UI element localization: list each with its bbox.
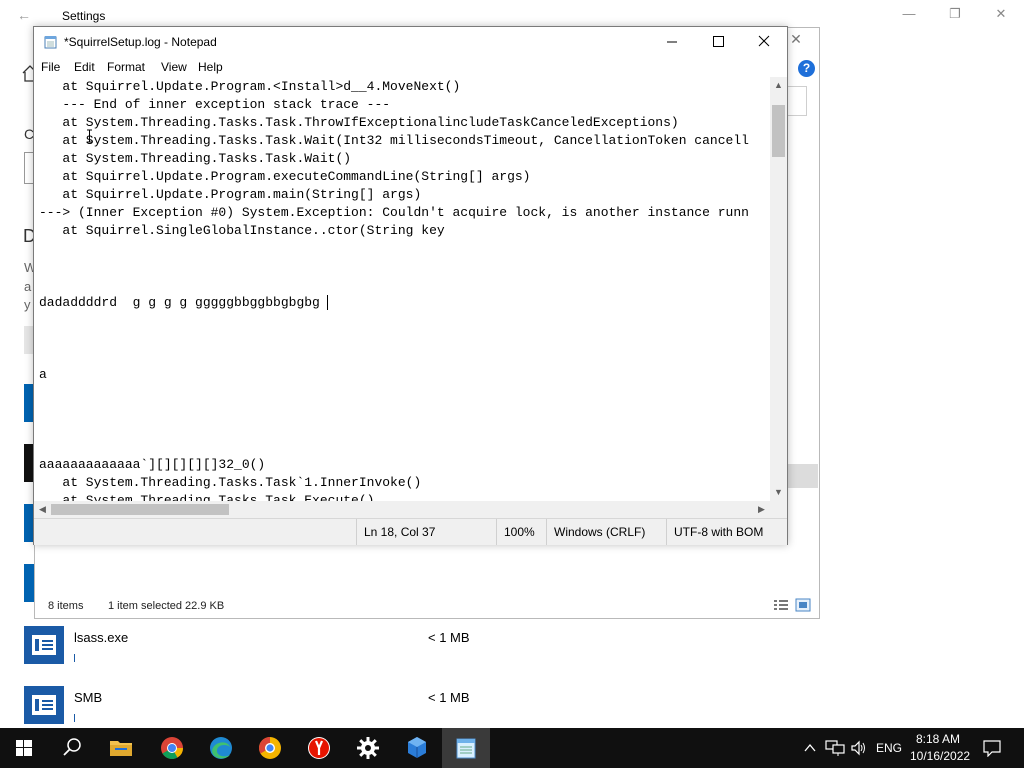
text-line: aaaaaaaaaaaaa`][][][][]32_0() <box>39 457 266 472</box>
window-title: *SquirrelSetup.log - Notepad <box>64 35 217 49</box>
taskbar: ENG 8:18 AM 10/16/2022 <box>0 728 1024 768</box>
network-icon[interactable] <box>825 739 845 757</box>
text-line: at Squirrel.Update.Program.main(String[]… <box>39 187 422 202</box>
list-item[interactable]: lsass.exe < 1 MB <box>24 626 784 678</box>
text-line: at System.Threading.Tasks.Task`1.InnerIn… <box>39 475 422 490</box>
text-line: ---> (Inner Exception #0) System.Excepti… <box>39 205 749 220</box>
app-window-icon <box>24 626 64 664</box>
explorer-item-count: 8 items <box>48 600 84 612</box>
vertical-scrollbar[interactable]: ▲ ▼ <box>770 77 787 501</box>
menu-view[interactable]: View <box>161 60 187 74</box>
vertical-scroll-thumb[interactable] <box>772 105 785 157</box>
progress-marker <box>74 654 75 662</box>
start-windows-icon[interactable] <box>0 728 48 768</box>
zoom-level: 100% <box>496 519 544 545</box>
menu-file[interactable]: File <box>41 60 60 74</box>
notepad-window: *SquirrelSetup.log - Notepad File Edit F… <box>33 26 788 545</box>
volume-icon[interactable] <box>850 739 868 757</box>
file-explorer-icon[interactable] <box>97 728 145 768</box>
app-cube-icon[interactable] <box>393 728 441 768</box>
menu-help[interactable]: Help <box>198 60 223 74</box>
menu-bar: File Edit Format View Help <box>34 57 787 77</box>
minimize-button[interactable] <box>649 27 695 57</box>
settings-title: Settings <box>62 9 106 23</box>
text-line: at Squirrel.Update.Program.executeComman… <box>39 169 531 184</box>
explorer-selected-row[interactable] <box>786 464 818 488</box>
notepad-taskbar-icon[interactable] <box>442 728 490 768</box>
clock-time[interactable]: 8:18 AM <box>916 732 960 746</box>
file-name: lsass.exe <box>74 630 129 645</box>
details-view-icon[interactable] <box>773 598 789 612</box>
scroll-up-arrow-icon[interactable]: ▲ <box>770 77 787 94</box>
scroll-down-arrow-icon[interactable]: ▼ <box>770 484 787 501</box>
settings-gear-icon[interactable] <box>344 728 392 768</box>
help-icon[interactable]: ? <box>798 60 815 77</box>
scroll-left-arrow-icon[interactable]: ◀ <box>34 501 51 518</box>
settings-fragment-a: a <box>24 279 32 294</box>
encoding: UTF-8 with BOM <box>666 519 786 545</box>
back-arrow-icon[interactable]: ← <box>14 7 34 25</box>
explorer-selection-info: 1 item selected 22.9 KB <box>108 600 225 612</box>
text-line: at System.Threading.Tasks.Task.Execute() <box>39 493 375 501</box>
status-bar: Ln 18, Col 37 100% Windows (CRLF) UTF-8 … <box>34 518 787 545</box>
maximize-button[interactable] <box>695 27 741 57</box>
text-line: at System.Threading.Tasks.Task.Wait(Int3… <box>39 133 749 148</box>
settings-fragment-y: y <box>24 297 31 312</box>
scroll-right-arrow-icon[interactable]: ▶ <box>753 501 770 518</box>
text-line: at Squirrel.Update.Program.<Install>d__4… <box>39 79 461 94</box>
app-window-icon <box>24 686 64 724</box>
close-icon[interactable]: ✕ <box>986 6 1016 26</box>
large-icons-view-icon[interactable] <box>795 598 811 612</box>
chrome-icon[interactable] <box>148 728 196 768</box>
text-line: at System.Threading.Tasks.Task.ThrowIfEx… <box>39 115 679 130</box>
ibeam-cursor-icon <box>87 129 92 143</box>
notepad-titlebar[interactable]: *SquirrelSetup.log - Notepad <box>34 27 787 57</box>
progress-marker <box>74 714 75 722</box>
scrollbar-corner <box>770 501 787 518</box>
settings-app-icon <box>24 564 34 602</box>
close-button[interactable] <box>741 27 787 57</box>
text-editor-area[interactable]: at Squirrel.Update.Program.<Install>d__4… <box>34 77 770 501</box>
text-line: at System.Threading.Tasks.Task.Wait() <box>39 151 352 166</box>
clock-date[interactable]: 10/16/2022 <box>910 749 970 763</box>
horizontal-scrollbar[interactable]: ◀ ▶ <box>34 501 770 518</box>
file-name: SMB <box>74 690 103 705</box>
text-caret <box>327 295 328 310</box>
search-icon[interactable] <box>48 728 96 768</box>
language-indicator[interactable]: ENG <box>876 741 902 755</box>
menu-format[interactable]: Format <box>107 60 145 74</box>
explorer-search-box[interactable] <box>786 86 807 116</box>
horizontal-scroll-thumb[interactable] <box>51 504 229 515</box>
minimize-icon[interactable]: — <box>894 6 924 26</box>
notification-icon[interactable] <box>982 739 1002 757</box>
chrome-alt-icon[interactable] <box>246 728 294 768</box>
text-line: at Squirrel.SingleGlobalInstance..ctor(S… <box>39 223 445 238</box>
edge-icon[interactable] <box>197 728 245 768</box>
notepad-icon <box>44 36 57 49</box>
chevron-up-icon[interactable] <box>803 740 817 756</box>
explorer-close-icon[interactable]: ✕ <box>788 31 804 47</box>
restore-icon[interactable]: ❐ <box>940 6 970 26</box>
file-size: < 1 MB <box>428 690 470 705</box>
line-ending: Windows (CRLF) <box>546 519 664 545</box>
text-line: --- End of inner exception stack trace -… <box>39 97 391 112</box>
text-line: dadaddddrd g g g g gggggbbggbbgbgbg <box>39 295 320 310</box>
cursor-position: Ln 18, Col 37 <box>356 519 470 545</box>
menu-edit[interactable]: Edit <box>74 60 95 74</box>
text-line: a <box>39 367 47 382</box>
file-size: < 1 MB <box>428 630 470 645</box>
yandex-icon[interactable] <box>295 728 343 768</box>
